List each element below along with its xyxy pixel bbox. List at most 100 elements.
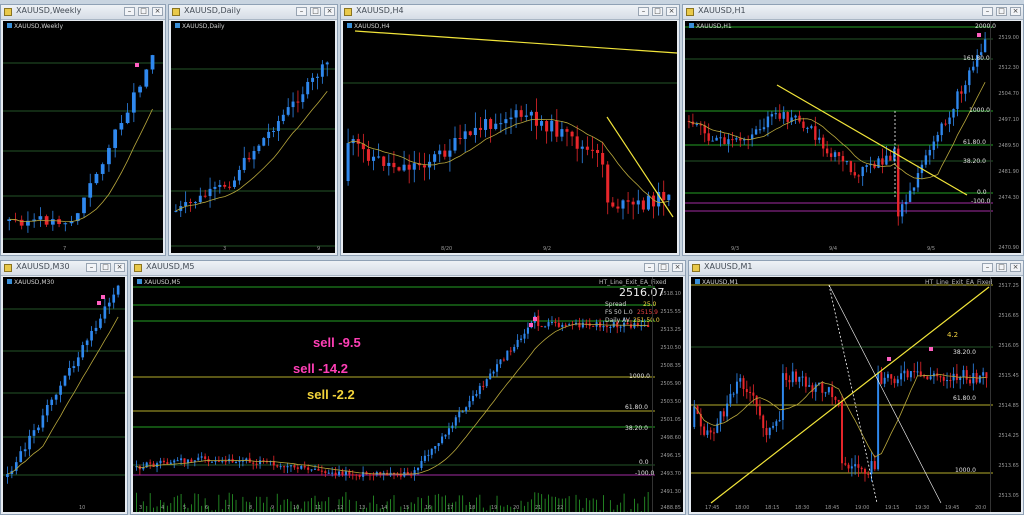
- minimize-button[interactable]: –: [982, 263, 993, 272]
- title-bar[interactable]: XAUUSD,M1 – □ ×: [689, 261, 1023, 276]
- chart-area[interactable]: XAUUSD,Weekly 7: [3, 21, 163, 253]
- chart-window-h4[interactable]: XAUUSD,H4 – □ × XAUUSD,H4 8/20 9/2: [340, 4, 680, 256]
- fib-level-label: 61.80.0: [953, 395, 976, 402]
- chart-window-h1[interactable]: XAUUSD,H1 – □ × XAUUSD,H1 2519.00 2512.3…: [682, 4, 1024, 256]
- symbol-icon: [175, 23, 180, 28]
- fib-level-label: -100.0: [971, 198, 991, 205]
- chart-icon: [172, 8, 180, 16]
- title-bar[interactable]: XAUUSD,Daily – □ ×: [169, 5, 337, 20]
- close-button[interactable]: ×: [1010, 7, 1021, 16]
- chart-area[interactable]: XAUUSD,H1 2519.00 2512.30 2504.70 2497.1…: [685, 21, 1021, 253]
- x-tick: 18: [469, 505, 476, 511]
- x-tick: 18:00: [735, 505, 750, 511]
- fib-level-label: 1000.0: [629, 373, 650, 380]
- title-bar[interactable]: XAUUSD,Weekly – □ ×: [1, 5, 165, 20]
- minimize-button[interactable]: –: [982, 7, 993, 16]
- symbol-icon: [7, 279, 12, 284]
- y-tick: 2515.55: [660, 309, 681, 315]
- x-tick: 9/5: [927, 246, 936, 252]
- x-tick: 12: [337, 505, 344, 511]
- x-tick: 18:15: [765, 505, 780, 511]
- window-title: XAUUSD,Daily: [184, 6, 241, 15]
- y-tick: 2513.25: [660, 327, 681, 333]
- maximize-button[interactable]: □: [310, 7, 321, 16]
- x-tick: 19:45: [945, 505, 960, 511]
- chart-area[interactable]: XAUUSD,M30 10: [3, 277, 125, 512]
- chart-icon: [686, 8, 694, 16]
- maximize-button[interactable]: □: [996, 263, 1007, 272]
- maximize-button[interactable]: □: [658, 263, 669, 272]
- y-tick: 2498.60: [660, 435, 681, 441]
- minimize-button[interactable]: –: [86, 263, 97, 272]
- y-tick: 2489.50: [998, 143, 1019, 149]
- x-tick: 19:15: [885, 505, 900, 511]
- fib-level-label: 0.0: [977, 189, 987, 196]
- y-tick: 2497.10: [998, 117, 1019, 123]
- x-tick: 19: [491, 505, 498, 511]
- fib-level-label: 0.0: [639, 459, 649, 466]
- fib-level-label: 2000.0: [975, 23, 996, 30]
- title-bar[interactable]: XAUUSD,M5 – □ ×: [131, 261, 685, 276]
- chart-window-m30[interactable]: XAUUSD,M30 – □ × XAUUSD,M30 10: [0, 260, 128, 515]
- chart-area[interactable]: XAUUSD,Daily 3 9: [171, 21, 335, 253]
- x-tick: 5: [183, 505, 187, 511]
- close-button[interactable]: ×: [1010, 263, 1021, 272]
- x-tick: 8/20: [441, 246, 453, 252]
- x-tick: 18:30: [795, 505, 810, 511]
- maximize-button[interactable]: □: [138, 7, 149, 16]
- price-axis[interactable]: 2519.00 2512.30 2504.70 2497.10 2489.50 …: [990, 21, 1021, 253]
- x-tick: 9/2: [543, 246, 552, 252]
- close-button[interactable]: ×: [672, 263, 683, 272]
- chart-area[interactable]: XAUUSD,M5 HT_Line_Exit_EA_Fixed 2516.07 …: [133, 277, 683, 512]
- price-axis[interactable]: 2518.10 2515.55 2513.25 2510.50 2508.35 …: [652, 277, 683, 512]
- y-tick: 2491.30: [660, 489, 681, 495]
- chart-symbol-label: XAUUSD,H1: [696, 23, 732, 30]
- close-button[interactable]: ×: [114, 263, 125, 272]
- window-title: XAUUSD,H4: [356, 6, 404, 15]
- window-title: XAUUSD,M30: [16, 262, 70, 271]
- y-tick: 2504.70: [998, 91, 1019, 97]
- chart-window-daily[interactable]: XAUUSD,Daily – □ × XAUUSD,Daily 3 9: [168, 4, 338, 256]
- y-tick: 2519.00: [998, 35, 1019, 41]
- title-bar[interactable]: XAUUSD,M30 – □ ×: [1, 261, 127, 276]
- chart-area[interactable]: XAUUSD,H4 8/20 9/2: [343, 21, 677, 253]
- maximize-button[interactable]: □: [652, 7, 663, 16]
- symbol-icon: [137, 279, 142, 284]
- symbol-icon: [347, 23, 352, 28]
- close-button[interactable]: ×: [152, 7, 163, 16]
- maximize-button[interactable]: □: [100, 263, 111, 272]
- chart-symbol-label: XAUUSD,M1: [702, 279, 739, 286]
- chart-window-weekly[interactable]: XAUUSD,Weekly – □ × XAUUSD,Weekly 7: [0, 4, 166, 256]
- chart-window-m1[interactable]: XAUUSD,M1 – □ × XAUUSD,M1 HT_Line_Exit_E…: [688, 260, 1024, 515]
- chart-icon: [4, 8, 12, 16]
- ma-label: FS 50 L.0: [605, 309, 633, 316]
- chart-area[interactable]: XAUUSD,M1 HT_Line_Exit_EA_Fixed 4.2 2517…: [691, 277, 1021, 512]
- chart-symbol-label: XAUUSD,Daily: [182, 23, 225, 30]
- fib-level-label: 38.20.0: [963, 158, 986, 165]
- close-button[interactable]: ×: [666, 7, 677, 16]
- minimize-button[interactable]: –: [296, 7, 307, 16]
- x-tick: 7: [227, 505, 231, 511]
- chart-window-m5[interactable]: XAUUSD,M5 – □ × XAUUSD,M5 HT_Line_Exit_E…: [130, 260, 686, 515]
- y-tick: 2510.50: [660, 345, 681, 351]
- y-tick: 2513.05: [998, 493, 1019, 499]
- title-bar[interactable]: XAUUSD,H4 – □ ×: [341, 5, 679, 20]
- symbol-icon: [695, 279, 700, 284]
- x-tick: 13: [359, 505, 366, 511]
- x-tick: 18:45: [825, 505, 840, 511]
- price-axis[interactable]: 2517.25 2516.65 2516.05 2515.45 2514.85 …: [990, 277, 1021, 512]
- minimize-button[interactable]: –: [644, 263, 655, 272]
- y-tick: 2474.30: [998, 195, 1019, 201]
- daily-chart-plot: [171, 60, 335, 247]
- maximize-button[interactable]: □: [996, 7, 1007, 16]
- fib-level-label: 1000.0: [955, 467, 976, 474]
- close-button[interactable]: ×: [324, 7, 335, 16]
- minimize-button[interactable]: –: [124, 7, 135, 16]
- x-tick: 9: [317, 246, 321, 252]
- chart-symbol-label: XAUUSD,M30: [14, 279, 55, 286]
- fib-level-label: 61.80.0: [963, 139, 986, 146]
- title-bar[interactable]: XAUUSD,H1 – □ ×: [683, 5, 1023, 20]
- x-tick: 21: [535, 505, 542, 511]
- minimize-button[interactable]: –: [638, 7, 649, 16]
- y-tick: 2496.15: [660, 453, 681, 459]
